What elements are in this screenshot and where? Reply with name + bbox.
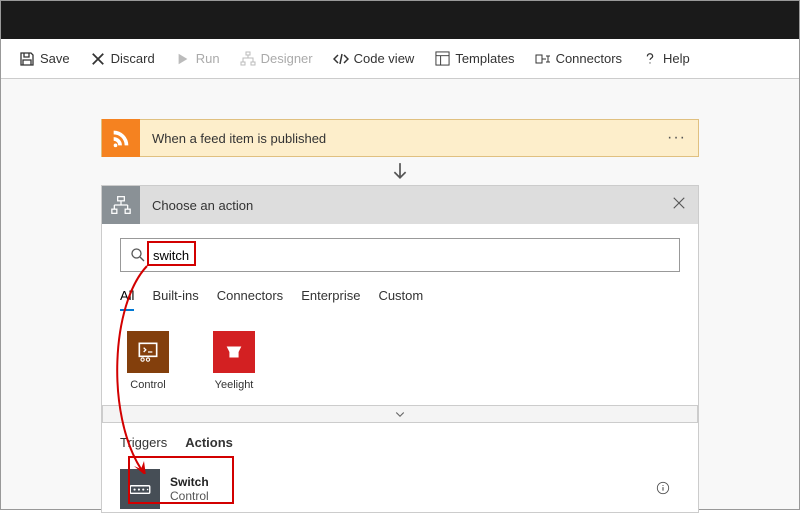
save-label: Save — [40, 51, 70, 66]
connector-label: Control — [130, 379, 165, 391]
help-label: Help — [663, 51, 690, 66]
connectors-icon — [535, 51, 551, 67]
trigger-card[interactable]: When a feed item is published ··· — [101, 119, 699, 157]
panel-header-icon — [102, 186, 140, 224]
flow-arrow-icon — [101, 157, 699, 185]
rss-icon — [102, 119, 140, 157]
discard-button[interactable]: Discard — [82, 47, 163, 71]
tab-custom[interactable]: Custom — [378, 284, 423, 311]
save-button[interactable]: Save — [11, 47, 78, 71]
control-icon — [127, 331, 169, 373]
choose-action-panel: Choose an action All Built-ins Connector… — [101, 185, 699, 513]
action-switch[interactable]: Switch Control — [120, 466, 680, 512]
templates-button[interactable]: Templates — [426, 47, 522, 71]
trigger-action-tabs: Triggers Actions — [120, 433, 680, 458]
codeview-icon — [333, 51, 349, 67]
top-banner — [1, 1, 799, 39]
search-icon — [129, 246, 147, 264]
trigger-more-button[interactable]: ··· — [655, 129, 698, 147]
trigger-label: When a feed item is published — [140, 131, 655, 146]
search-input[interactable] — [147, 248, 671, 263]
connectors-label: Connectors — [556, 51, 622, 66]
search-box[interactable] — [120, 238, 680, 272]
action-text: Switch Control — [160, 475, 646, 503]
tab-connectors[interactable]: Connectors — [217, 284, 283, 311]
chevron-down-icon — [394, 408, 406, 420]
info-icon — [656, 481, 670, 495]
panel-title: Choose an action — [140, 198, 660, 213]
templates-icon — [434, 51, 450, 67]
help-button[interactable]: Help — [634, 47, 698, 71]
yeelight-icon — [213, 331, 255, 373]
save-icon — [19, 51, 35, 67]
subtab-actions[interactable]: Actions — [185, 433, 233, 458]
tab-builtins[interactable]: Built-ins — [152, 284, 198, 311]
run-label: Run — [196, 51, 220, 66]
subtab-triggers[interactable]: Triggers — [120, 433, 167, 458]
close-button[interactable] — [660, 196, 698, 215]
run-button[interactable]: Run — [167, 47, 228, 71]
connector-control[interactable]: Control — [120, 331, 176, 391]
close-icon — [672, 196, 686, 210]
action-title: Switch — [170, 475, 636, 489]
connectors-button[interactable]: Connectors — [527, 47, 630, 71]
expand-bar[interactable] — [102, 405, 698, 423]
codeview-label: Code view — [354, 51, 415, 66]
discard-icon — [90, 51, 106, 67]
help-icon — [642, 51, 658, 67]
connector-grid: Control Yeelight — [120, 311, 680, 405]
run-icon — [175, 51, 191, 67]
panel-header: Choose an action — [102, 186, 698, 224]
tab-all[interactable]: All — [120, 284, 134, 311]
designer-button[interactable]: Designer — [232, 47, 321, 71]
tab-enterprise[interactable]: Enterprise — [301, 284, 360, 311]
connector-label: Yeelight — [215, 379, 254, 391]
toolbar: Save Discard Run Designer Code view Temp… — [1, 39, 799, 79]
discard-label: Discard — [111, 51, 155, 66]
designer-canvas: When a feed item is published ··· Choose… — [1, 79, 799, 509]
info-button[interactable] — [646, 481, 680, 498]
connector-yeelight[interactable]: Yeelight — [206, 331, 262, 391]
category-tabs: All Built-ins Connectors Enterprise Cust… — [120, 284, 680, 311]
action-subtitle: Control — [170, 489, 636, 503]
designer-icon — [240, 51, 256, 67]
templates-label: Templates — [455, 51, 514, 66]
switch-icon — [120, 469, 160, 509]
panel-body: All Built-ins Connectors Enterprise Cust… — [102, 224, 698, 512]
codeview-button[interactable]: Code view — [325, 47, 423, 71]
designer-label: Designer — [261, 51, 313, 66]
